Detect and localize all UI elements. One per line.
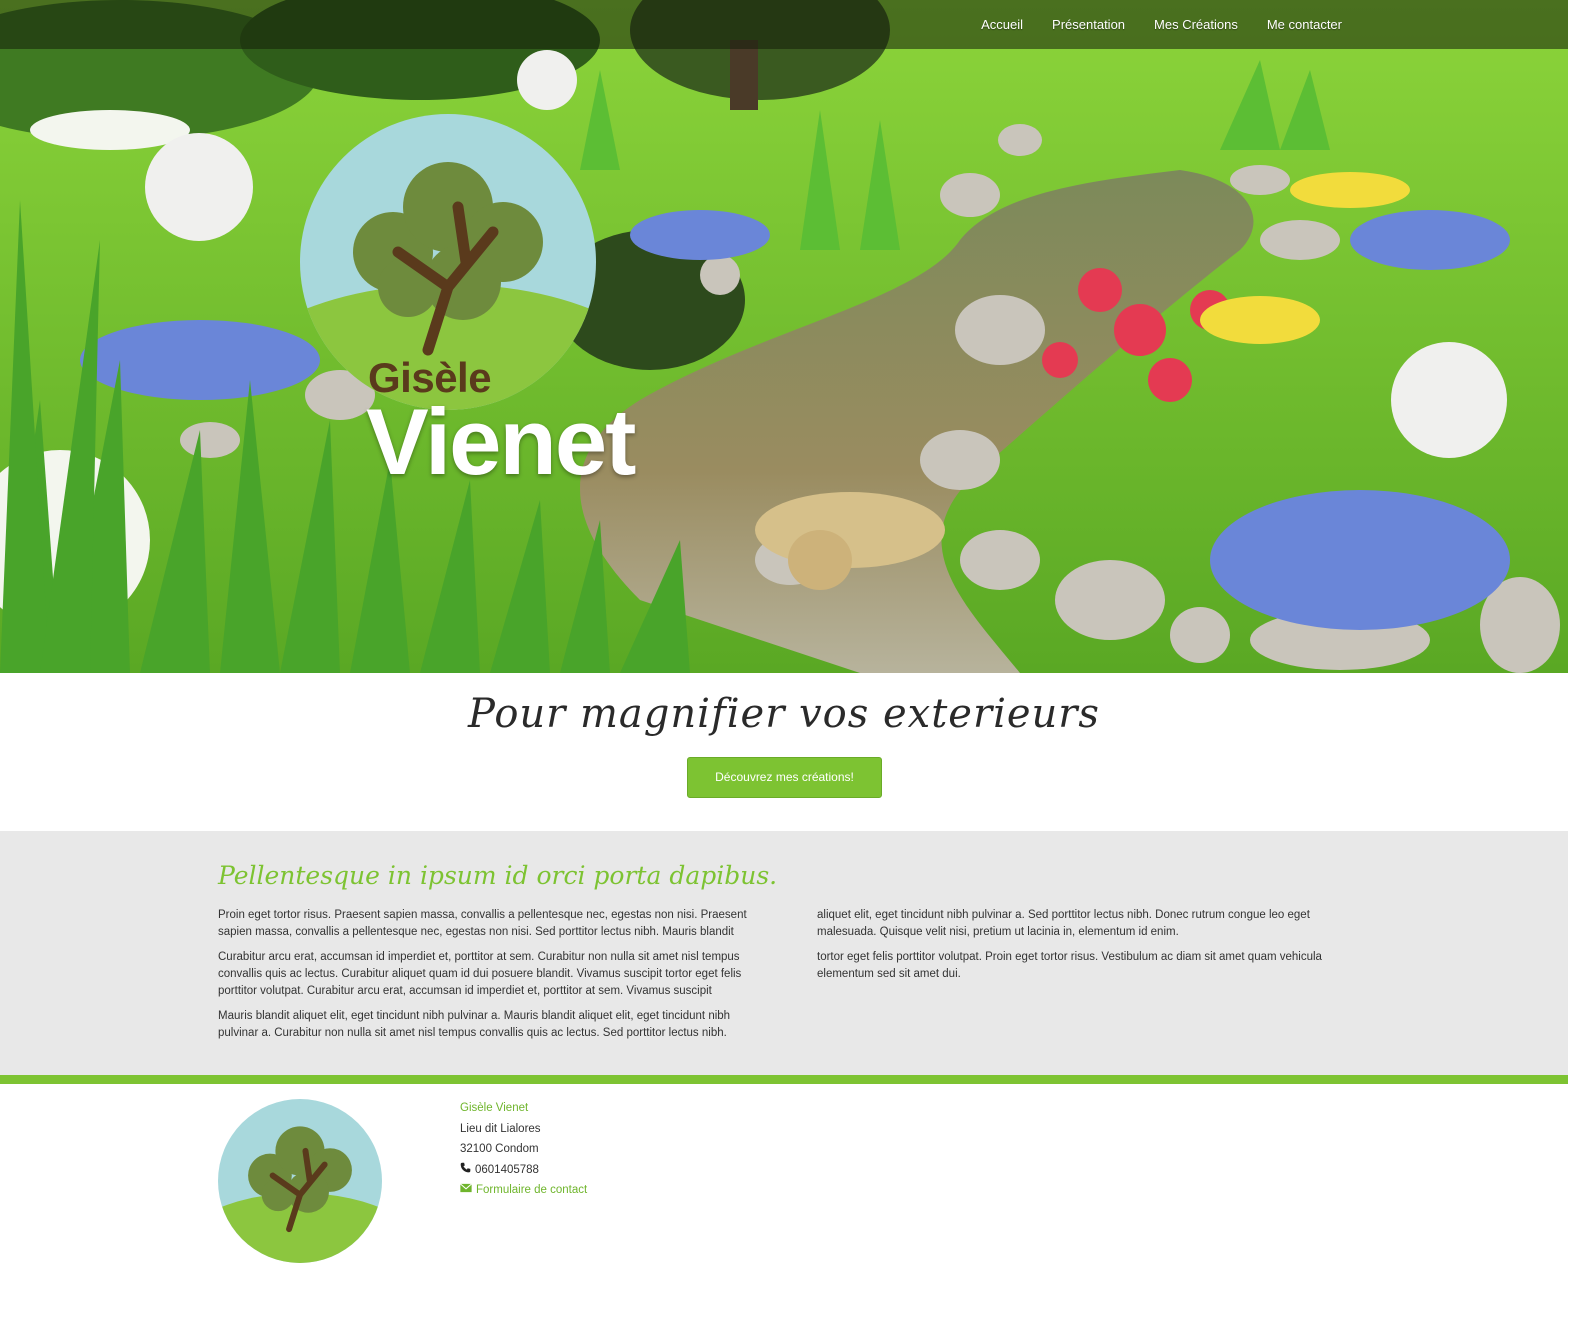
intro-paragraph: Proin eget tortor risus. Praesent sapien… — [218, 909, 747, 938]
footer-contact-link[interactable]: Formulaire de contact — [460, 1180, 587, 1201]
tagline-text: Pour magnifier vos exterieurs — [468, 691, 1100, 737]
intro-paragraph: tortor eget felis porttitor volutpat. Pr… — [817, 951, 1322, 980]
footer-logo — [218, 1099, 382, 1263]
hero-banner: Accueil Présentation Mes Créations Me co… — [0, 0, 1568, 673]
logo-lastname: Vienet — [366, 389, 636, 494]
intro-title: Pellentesque in ipsum id orci porta dapi… — [218, 861, 778, 890]
intro-paragraph: Curabitur arcu erat, accumsan id imperdi… — [218, 951, 742, 997]
intro-section: Pellentesque in ipsum id orci porta dapi… — [0, 831, 1568, 1075]
discover-creations-button[interactable]: Découvrez mes créations! — [687, 757, 882, 798]
nav-item-presentation[interactable]: Présentation — [1052, 17, 1125, 32]
footer-phone: 0601405788 — [460, 1160, 587, 1181]
intro-paragraph: Mauris blandit aliquet elit, eget tincid… — [218, 1010, 731, 1039]
footer-phone-number[interactable]: 0601405788 — [475, 1160, 539, 1181]
intro-paragraph: aliquet elit, eget tincidunt nibh pulvin… — [817, 909, 1310, 938]
intro-left-column: Proin eget tortor risus. Praesent sapien… — [218, 907, 748, 1050]
footer-divider — [0, 1075, 1568, 1084]
nav-item-contact[interactable]: Me contacter — [1267, 17, 1342, 32]
footer-address-line1: Lieu dit Lialores — [460, 1122, 541, 1135]
footer-address-line2: 32100 Condom — [460, 1143, 539, 1155]
intro-right-column: aliquet elit, eget tincidunt nibh pulvin… — [817, 907, 1347, 991]
footer-contact-info: Gisèle Vienet Lieu dit Lialores 32100 Co… — [460, 1098, 587, 1201]
footer-name: Gisèle Vienet — [460, 1102, 529, 1114]
nav-item-creations[interactable]: Mes Créations — [1154, 17, 1238, 32]
phone-icon — [460, 1160, 471, 1181]
nav-item-accueil[interactable]: Accueil — [981, 17, 1023, 32]
garden-background-image — [0, 0, 1568, 673]
top-navbar: Accueil Présentation Mes Créations Me co… — [0, 0, 1568, 49]
envelope-icon — [460, 1180, 472, 1201]
tagline-section: Pour magnifier vos exterieurs Découvrez … — [0, 673, 1568, 831]
contact-form-link[interactable]: Formulaire de contact — [476, 1180, 587, 1201]
